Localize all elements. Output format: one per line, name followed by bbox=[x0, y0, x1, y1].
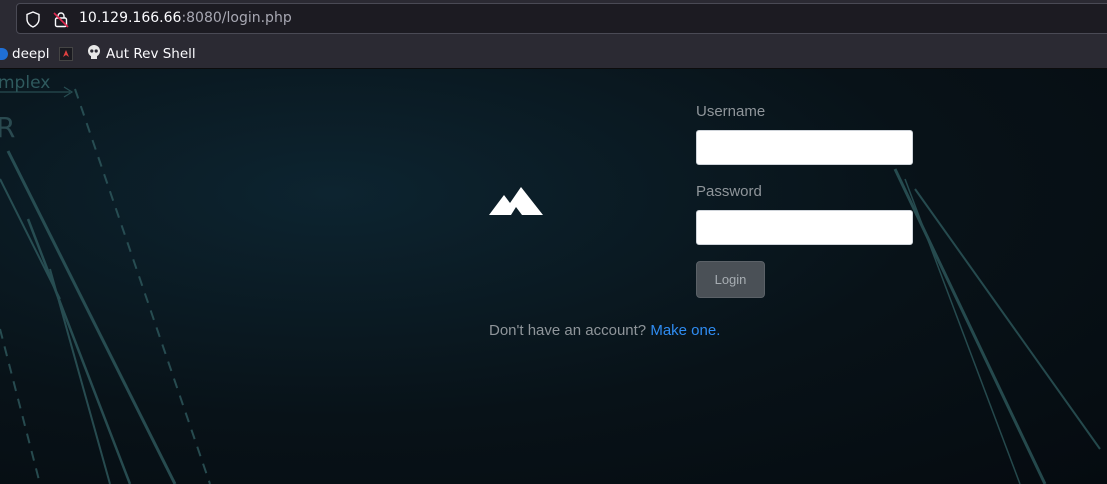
bookmark-aut-rev-shell[interactable]: Aut Rev Shell bbox=[86, 44, 196, 64]
browser-toolbar: 10.129.166.66:8080/login.php bbox=[0, 0, 1107, 38]
bookmark-label: deepl bbox=[12, 46, 50, 62]
bookmarks-toolbar: deepl Aut Rev Shell bbox=[0, 38, 1107, 69]
password-input[interactable] bbox=[696, 210, 913, 245]
shield-icon[interactable] bbox=[25, 11, 41, 32]
background-art: mplex R bbox=[0, 73, 1101, 484]
signup-prompt: Don't have an account? Make one. bbox=[489, 322, 720, 339]
bookmark-unnamed[interactable] bbox=[59, 44, 73, 64]
skull-icon bbox=[86, 44, 102, 64]
url-text[interactable]: 10.129.166.66:8080/login.php bbox=[79, 10, 292, 26]
url-host: 10.129.166.66 bbox=[79, 10, 182, 26]
signup-prompt-text: Don't have an account? bbox=[489, 322, 647, 339]
bookmark-deepl[interactable]: deepl bbox=[0, 44, 50, 64]
deepl-icon bbox=[0, 48, 8, 60]
watermark-text: mplex bbox=[0, 73, 50, 93]
watermark-letter: R bbox=[0, 111, 15, 144]
bookmark-label: Aut Rev Shell bbox=[106, 46, 196, 62]
insecure-lock-icon[interactable] bbox=[53, 11, 69, 32]
url-path: :8080/login.php bbox=[181, 10, 292, 26]
username-input[interactable] bbox=[696, 130, 913, 165]
address-bar[interactable]: 10.129.166.66:8080/login.php bbox=[16, 3, 1107, 34]
login-page: mplex R Username Password Login Don't ha… bbox=[0, 69, 1107, 484]
make-account-link[interactable]: Make one. bbox=[650, 322, 720, 339]
password-label: Password bbox=[696, 183, 762, 200]
username-label: Username bbox=[696, 103, 766, 120]
mountain-logo-icon bbox=[488, 185, 544, 221]
site-favicon-icon bbox=[59, 47, 73, 61]
login-button[interactable]: Login bbox=[696, 261, 765, 298]
login-form: Username Password Login bbox=[696, 103, 916, 298]
